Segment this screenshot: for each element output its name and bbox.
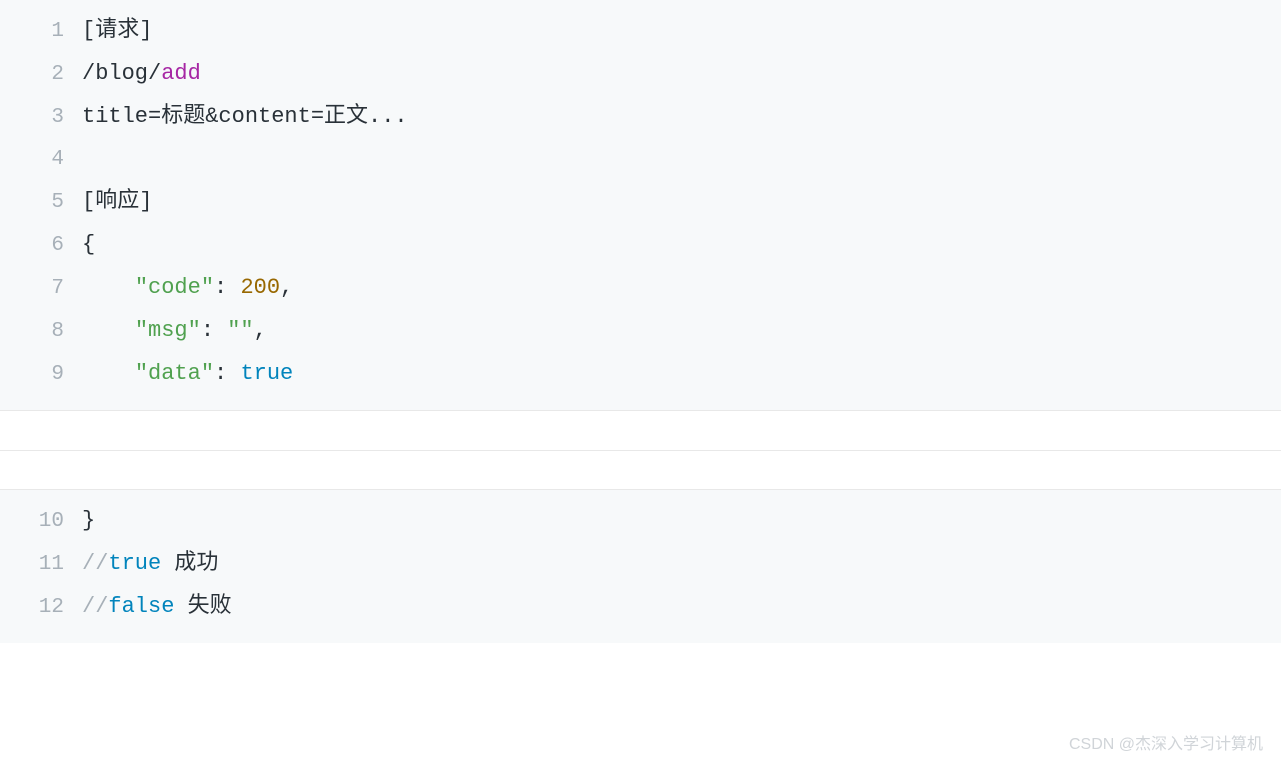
- line-number: 11: [0, 544, 82, 586]
- line-content: "code": 200,: [82, 267, 293, 309]
- code-line: 1[请求]: [0, 10, 1281, 53]
- code-line: 8 "msg": "",: [0, 310, 1281, 353]
- line-content: "msg": "",: [82, 310, 267, 352]
- line-number: 6: [0, 225, 82, 267]
- line-content: [响应]: [82, 181, 152, 223]
- code-line: 4: [0, 139, 1281, 181]
- line-number: 5: [0, 182, 82, 224]
- code-line: 5[响应]: [0, 181, 1281, 224]
- code-line: 7 "code": 200,: [0, 267, 1281, 310]
- code-line: 9 "data": true: [0, 353, 1281, 396]
- code-line: 12//false 失败: [0, 586, 1281, 629]
- line-content: {: [82, 224, 95, 266]
- line-number: 7: [0, 268, 82, 310]
- code-line: 10}: [0, 500, 1281, 543]
- line-number: 3: [0, 97, 82, 139]
- code-line: 3title=标题&content=正文...: [0, 96, 1281, 139]
- line-number: 12: [0, 587, 82, 629]
- block-divider: [0, 410, 1281, 490]
- line-number: 9: [0, 354, 82, 396]
- watermark: CSDN @杰深入学习计算机: [1069, 730, 1263, 754]
- code-line: 6{: [0, 224, 1281, 267]
- line-content: [请求]: [82, 10, 152, 52]
- line-number: 8: [0, 311, 82, 353]
- line-content: //false 失败: [82, 586, 232, 628]
- line-number: 2: [0, 54, 82, 96]
- line-content: }: [82, 500, 95, 542]
- code-line: 11//true 成功: [0, 543, 1281, 586]
- code-line: 2/blog/add: [0, 53, 1281, 96]
- line-content: /blog/add: [82, 53, 201, 95]
- code-block-request: 1[请求]2/blog/add3title=标题&content=正文...45…: [0, 0, 1281, 410]
- line-number: 10: [0, 501, 82, 543]
- line-number: 4: [0, 139, 82, 181]
- line-content: //true 成功: [82, 543, 218, 585]
- line-number: 1: [0, 11, 82, 53]
- code-block-response: 10}11//true 成功12//false 失败: [0, 490, 1281, 643]
- line-content: "data": true: [82, 353, 293, 395]
- line-content: title=标题&content=正文...: [82, 96, 408, 138]
